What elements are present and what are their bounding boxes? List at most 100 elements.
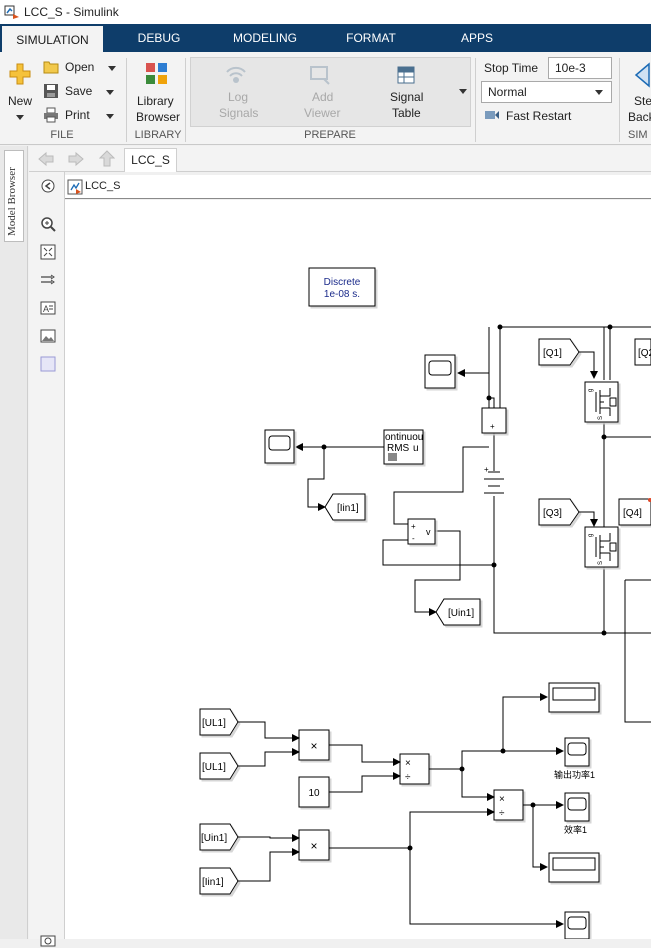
- goto-iin1-label: [Iin1]: [337, 503, 359, 514]
- image-icon[interactable]: [40, 328, 56, 344]
- signal-table-label-1[interactable]: Signal: [390, 90, 423, 104]
- signal-line: [579, 351, 598, 379]
- breadcrumb-model[interactable]: LCC_S: [85, 180, 120, 192]
- dc-source-plus: +: [484, 465, 489, 474]
- simulation-mode-value: Normal: [488, 85, 527, 99]
- product-block[interactable]: ×: [298, 829, 330, 861]
- step-back-label-2[interactable]: Back: [628, 110, 651, 124]
- fast-restart-icon[interactable]: [484, 109, 500, 121]
- step-back-icon[interactable]: [633, 62, 651, 88]
- print-dropdown-arrow[interactable]: [106, 114, 114, 119]
- new-button[interactable]: New: [8, 94, 32, 108]
- current-measurement-block[interactable]: +: [481, 407, 507, 434]
- model-browser-label[interactable]: Model Browser: [6, 167, 18, 236]
- scope-efficiency-label: 效率1: [564, 824, 587, 835]
- tab-format[interactable]: FORMAT: [340, 24, 402, 52]
- from-uin1-block[interactable]: [Uin1]: [199, 823, 239, 851]
- chevron-down-icon[interactable]: [595, 90, 603, 95]
- mosfet-block[interactable]: g S: [584, 381, 619, 423]
- area-icon[interactable]: [40, 356, 56, 372]
- tab-apps[interactable]: APPS: [455, 24, 499, 52]
- model-browser-panel: [0, 146, 28, 939]
- from-ul1-block[interactable]: [UL1]: [199, 708, 239, 736]
- constant-block[interactable]: 10: [298, 776, 330, 808]
- wire-junctions: [321, 324, 613, 636]
- library-browser-label-2[interactable]: Browser: [136, 110, 180, 124]
- from-iin1-label: [Iin1]: [202, 877, 224, 888]
- eff-mult: ×: [499, 794, 505, 805]
- rms-block[interactable]: ontinuou RMS u: [383, 429, 424, 465]
- tab-modeling[interactable]: MODELING: [225, 24, 305, 52]
- from-q4-block[interactable]: [Q4]: [618, 498, 651, 526]
- from-q2-block[interactable]: [Q2: [634, 338, 651, 366]
- annotation-icon[interactable]: A: [40, 300, 56, 316]
- simulink-app-icon: [4, 5, 19, 19]
- goto-uin1-block[interactable]: [Uin1]: [435, 598, 481, 626]
- zoom-icon[interactable]: [40, 216, 56, 232]
- back-arrow-icon[interactable]: [37, 151, 55, 167]
- vm-minus: -: [412, 534, 415, 543]
- from-iin1-block[interactable]: [Iin1]: [199, 867, 239, 895]
- scope-block[interactable]: [564, 911, 590, 940]
- signal-table-icon[interactable]: [397, 66, 415, 84]
- scope-efficiency[interactable]: [564, 792, 590, 822]
- print-button[interactable]: Print: [65, 108, 90, 122]
- fast-restart-label[interactable]: Fast Restart: [506, 109, 571, 123]
- log-signals-icon: [226, 66, 246, 83]
- stop-time-input[interactable]: 10e-3: [548, 57, 612, 79]
- save-dropdown-arrow[interactable]: [106, 90, 114, 95]
- signal-table-label-2[interactable]: Table: [392, 106, 421, 120]
- scope-block[interactable]: [264, 429, 295, 464]
- svg-text:A: A: [43, 304, 49, 314]
- save-icon[interactable]: [43, 83, 59, 99]
- efficiency-divide-block[interactable]: × ÷: [493, 789, 524, 821]
- model-icon: [67, 179, 83, 195]
- display-block[interactable]: [548, 682, 600, 713]
- from-ul1-block[interactable]: [UL1]: [199, 752, 239, 780]
- open-button[interactable]: Open: [65, 60, 94, 74]
- save-button[interactable]: Save: [65, 84, 92, 98]
- tab-debug[interactable]: DEBUG: [130, 24, 188, 52]
- product-block[interactable]: ×: [298, 729, 330, 761]
- divide-div: ÷: [405, 772, 411, 783]
- from-ul1-a-label: [UL1]: [202, 718, 226, 729]
- vm-label: v: [426, 527, 431, 537]
- up-arrow-icon[interactable]: [99, 150, 115, 168]
- from-q2-label: [Q2: [638, 348, 651, 359]
- scope-output-power[interactable]: [564, 737, 590, 767]
- voltage-measurement-block[interactable]: + - v: [407, 518, 436, 545]
- constant-value: 10: [308, 788, 320, 799]
- log-signals-label-2: Signals: [219, 106, 259, 120]
- diagram-canvas[interactable]: Discrete 1e-08 s. + ontinuou RMS u + + -…: [65, 200, 651, 940]
- step-back-label-1[interactable]: Ste: [634, 94, 651, 108]
- from-q1-block[interactable]: [Q1]: [538, 338, 580, 366]
- simulation-mode-select[interactable]: Normal: [481, 81, 612, 103]
- powergui-block[interactable]: Discrete 1e-08 s.: [308, 267, 376, 307]
- scope-block[interactable]: [424, 354, 456, 389]
- new-dropdown-arrow[interactable]: [16, 115, 24, 120]
- mosfet-s: S: [598, 416, 604, 420]
- mosfet-g: g: [588, 389, 594, 392]
- forward-arrow-icon[interactable]: [67, 151, 85, 167]
- screenshot-icon[interactable]: [40, 932, 56, 948]
- tab-simulation[interactable]: SIMULATION: [2, 24, 103, 52]
- new-icon[interactable]: [8, 62, 32, 86]
- display-block[interactable]: [548, 852, 600, 883]
- goto-iin1-block[interactable]: [Iin1]: [324, 493, 366, 521]
- breadcrumb: LCC_S: [65, 175, 651, 199]
- divide-block[interactable]: × ÷: [399, 753, 430, 785]
- from-q3-block[interactable]: [Q3]: [538, 498, 580, 526]
- fit-to-view-icon[interactable]: [40, 244, 56, 260]
- hide-show-browser-icon[interactable]: [40, 178, 56, 194]
- library-browser-icon[interactable]: [145, 62, 169, 86]
- print-icon[interactable]: [43, 107, 59, 123]
- open-folder-icon[interactable]: [43, 60, 59, 74]
- tab-model-lcc-s[interactable]: LCC_S: [124, 148, 177, 172]
- from-ul1-b-label: [UL1]: [202, 762, 226, 773]
- ribbon-separator: [126, 58, 127, 142]
- library-browser-label-1[interactable]: Library: [137, 94, 174, 108]
- prepare-gallery-expand-arrow[interactable]: [459, 89, 467, 94]
- route-lines-icon[interactable]: [40, 272, 56, 288]
- open-dropdown-arrow[interactable]: [108, 66, 116, 71]
- mosfet-block[interactable]: g S: [584, 526, 619, 568]
